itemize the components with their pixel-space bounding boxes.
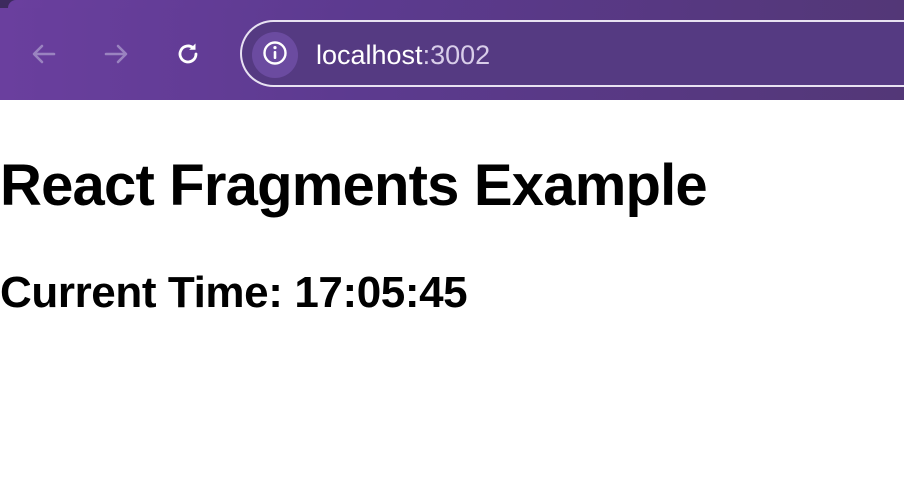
current-time-heading: Current Time: 17:05:45 bbox=[0, 266, 468, 320]
url-host: localhost bbox=[316, 40, 423, 70]
current-time-label: Current Time: bbox=[0, 268, 283, 317]
arrow-right-icon bbox=[102, 40, 130, 68]
page-title: React Fragments Example bbox=[0, 153, 708, 218]
site-info-button[interactable] bbox=[252, 32, 298, 78]
arrow-left-icon bbox=[30, 40, 58, 68]
address-bar[interactable]: localhost:3002 bbox=[240, 20, 904, 87]
reload-button[interactable] bbox=[168, 34, 208, 74]
url-text[interactable]: localhost:3002 bbox=[316, 39, 490, 71]
reload-icon bbox=[174, 40, 202, 68]
forward-button[interactable] bbox=[96, 34, 136, 74]
tab-strip bbox=[0, 0, 904, 8]
browser-toolbar: localhost:3002 bbox=[0, 0, 904, 100]
url-port: :3002 bbox=[422, 40, 491, 70]
info-icon bbox=[261, 39, 289, 72]
current-time-value: 17:05:45 bbox=[294, 268, 468, 317]
back-button[interactable] bbox=[24, 34, 64, 74]
page-content: React Fragments Example Current Time: 17… bbox=[0, 100, 904, 480]
